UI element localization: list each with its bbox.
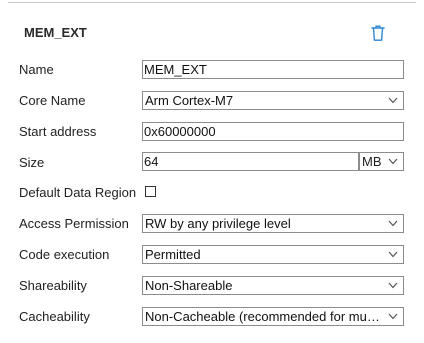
- name-label: Name: [19, 62, 54, 77]
- chevron-down-icon: [388, 97, 398, 104]
- start-address-input[interactable]: 0x60000000: [142, 122, 404, 141]
- chevron-down-icon: [388, 251, 398, 258]
- size-label: Size: [19, 155, 45, 170]
- core-name-label: Core Name: [19, 93, 86, 108]
- chevron-down-icon: [388, 282, 398, 289]
- code-execution-value: Permitted: [145, 247, 201, 262]
- access-permission-select[interactable]: RW by any privilege level: [142, 214, 404, 233]
- code-execution-label: Code execution: [19, 247, 110, 262]
- trash-icon[interactable]: [368, 23, 388, 43]
- name-input[interactable]: MEM_EXT: [142, 60, 404, 79]
- chevron-down-icon: [388, 220, 398, 227]
- size-unit-value: MB: [362, 154, 382, 169]
- core-name-value: Arm Cortex-M7: [145, 93, 234, 108]
- panel-top-border: [8, 2, 416, 3]
- code-execution-select[interactable]: Permitted: [142, 245, 404, 264]
- default-data-region-label: Default Data Region: [19, 185, 137, 200]
- cacheability-value: Non-Cacheable (recommended for multi…: [145, 309, 381, 324]
- access-permission-value: RW by any privilege level: [145, 216, 291, 231]
- default-data-region-checkbox[interactable]: [145, 186, 156, 197]
- core-name-select[interactable]: Arm Cortex-M7: [142, 91, 404, 110]
- shareability-label: Shareability: [19, 278, 87, 293]
- chevron-down-icon: [388, 313, 398, 320]
- shareability-value: Non-Shareable: [145, 278, 233, 293]
- start-address-label: Start address: [19, 124, 97, 139]
- cacheability-label: Cacheability: [19, 309, 90, 324]
- chevron-down-icon: [388, 158, 398, 165]
- size-unit-select[interactable]: MB: [359, 152, 404, 171]
- section-title: MEM_EXT: [24, 25, 87, 40]
- size-input[interactable]: 64: [142, 152, 359, 171]
- shareability-select[interactable]: Non-Shareable: [142, 276, 404, 295]
- cacheability-select[interactable]: Non-Cacheable (recommended for multi…: [142, 307, 404, 326]
- access-permission-label: Access Permission: [19, 216, 129, 231]
